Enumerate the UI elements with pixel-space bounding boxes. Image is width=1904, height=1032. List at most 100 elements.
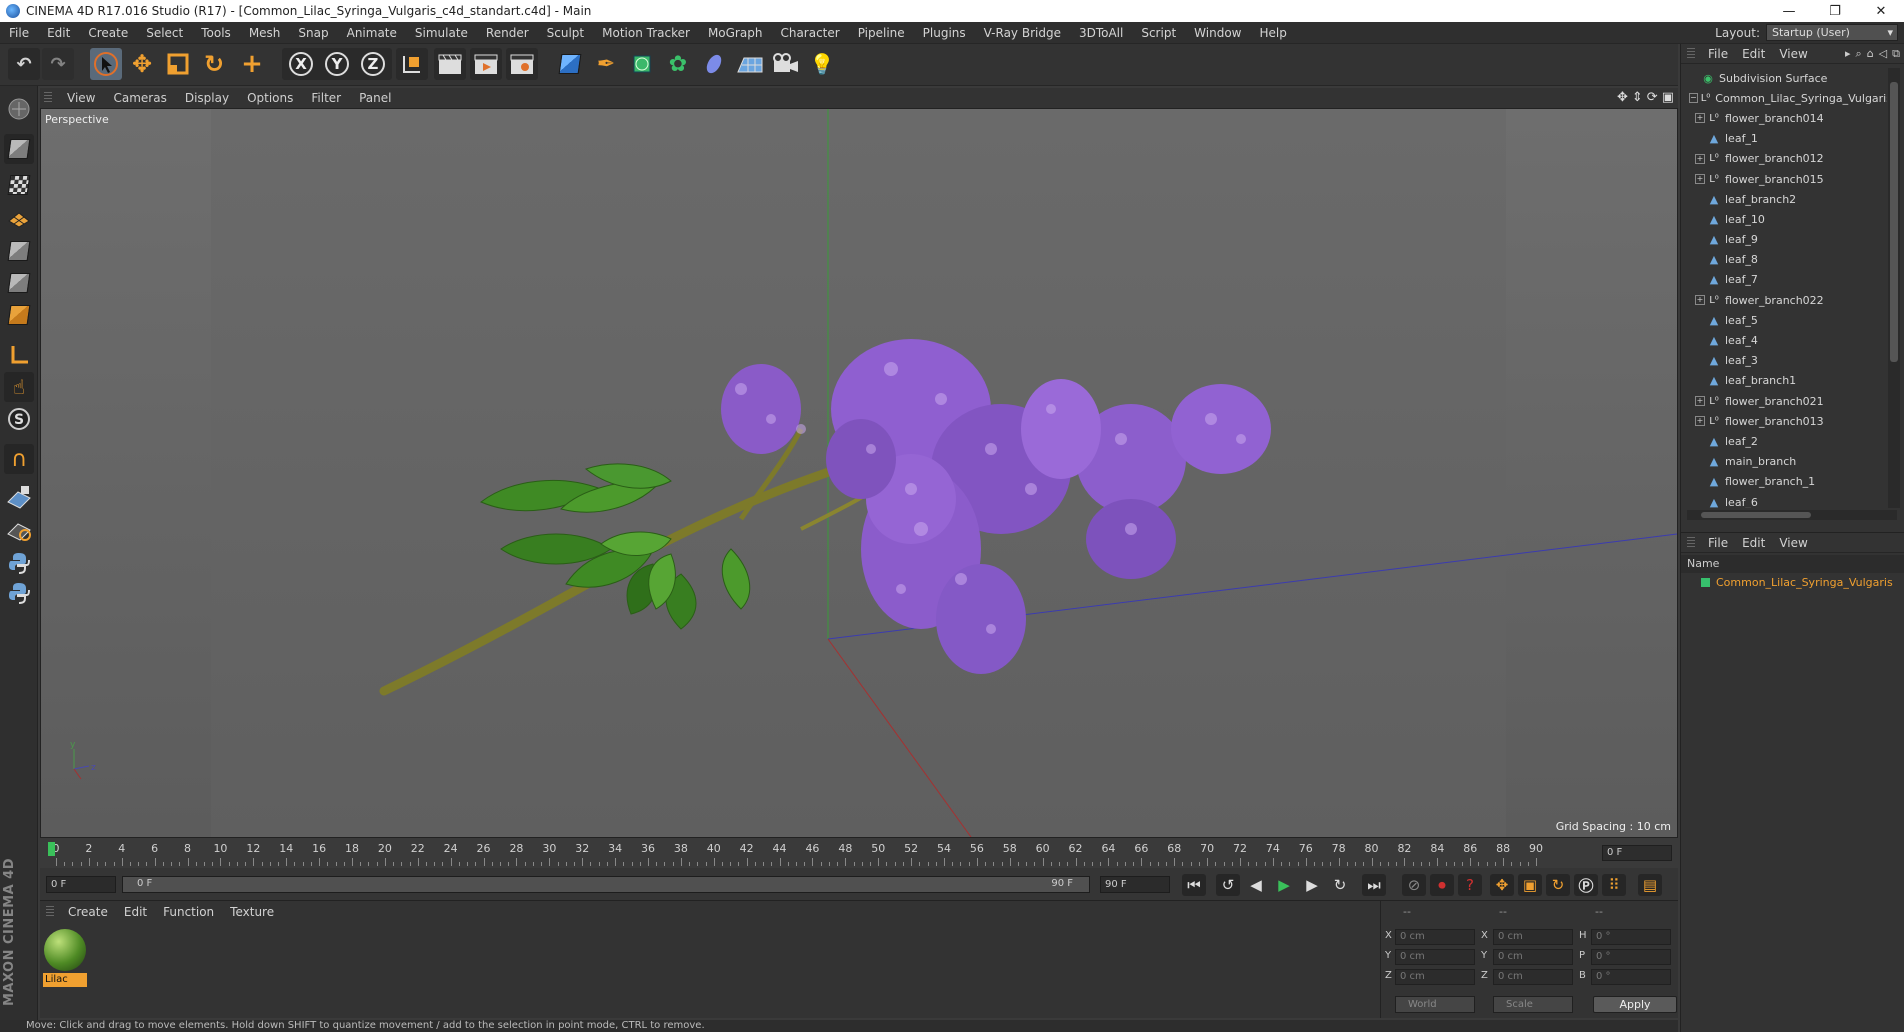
undo-button[interactable]: ↶ bbox=[8, 48, 40, 80]
maximize-view-icon[interactable]: ▣ bbox=[1662, 90, 1674, 105]
object-menu-view[interactable]: View bbox=[1772, 47, 1814, 61]
record-keys-button[interactable]: ⊘ bbox=[1402, 874, 1426, 896]
scroll-thumb[interactable] bbox=[1890, 82, 1898, 362]
menu-window[interactable]: Window bbox=[1185, 26, 1250, 40]
render-settings-button[interactable] bbox=[506, 48, 538, 80]
key-parameter-button[interactable]: Ⓟ bbox=[1574, 874, 1598, 896]
add-floor-button[interactable] bbox=[734, 48, 766, 80]
home-icon[interactable]: ⌂ bbox=[1867, 47, 1874, 61]
key-rotation-button[interactable]: ↻ bbox=[1546, 874, 1570, 896]
previous-frame-button[interactable]: ◀ bbox=[1244, 874, 1268, 896]
layer-row[interactable]: Common_Lilac_Syringa_Vulgaris bbox=[1681, 573, 1904, 591]
pan-view-icon[interactable]: ✥ bbox=[1617, 90, 1628, 105]
play-button[interactable]: ▶ bbox=[1272, 874, 1296, 896]
menu-file[interactable]: File bbox=[0, 26, 38, 40]
object-row[interactable]: ▲ leaf_8 bbox=[1681, 250, 1887, 270]
expand-toggle[interactable]: + bbox=[1695, 396, 1705, 407]
last-tool-button[interactable]: + bbox=[236, 48, 268, 80]
more-arrow-icon[interactable]: ▸ bbox=[1845, 47, 1851, 61]
menu-create[interactable]: Create bbox=[79, 26, 137, 40]
object-row[interactable]: ▲ leaf_branch2 bbox=[1681, 189, 1887, 209]
object-vertical-scrollbar[interactable] bbox=[1888, 68, 1900, 508]
y-axis-lock-button[interactable]: Y bbox=[325, 52, 349, 76]
object-row[interactable]: ▲ main_branch bbox=[1681, 452, 1887, 472]
timeline-playhead[interactable] bbox=[48, 842, 55, 856]
panel-handle[interactable] bbox=[1687, 47, 1695, 60]
viewport-menu-view[interactable]: View bbox=[58, 91, 104, 105]
object-row[interactable]: ▲ leaf_1 bbox=[1681, 129, 1887, 149]
viewport-menu-filter[interactable]: Filter bbox=[302, 91, 350, 105]
object-tree[interactable]: ◉ Subdivision Surface − L⁰ Common_Lilac_Syri… bbox=[1681, 68, 1887, 508]
close-button[interactable]: ✕ bbox=[1858, 0, 1904, 22]
go-to-start-button[interactable]: ⏮ bbox=[1182, 874, 1206, 896]
viewport-menu-cameras[interactable]: Cameras bbox=[104, 91, 175, 105]
object-row[interactable]: ▲ flower_branch_1 bbox=[1681, 472, 1887, 492]
edges-mode-button[interactable] bbox=[4, 268, 34, 298]
panel-handle[interactable] bbox=[1687, 536, 1695, 549]
add-light-button[interactable]: 💡 bbox=[806, 48, 838, 80]
menu-script[interactable]: Script bbox=[1132, 26, 1185, 40]
tweak-mode-button[interactable]: ☝ bbox=[4, 372, 34, 402]
menu-snap[interactable]: Snap bbox=[289, 26, 337, 40]
expand-toggle[interactable]: + bbox=[1695, 153, 1705, 164]
object-row[interactable]: + L⁰ flower_branch013 bbox=[1681, 411, 1887, 431]
object-row[interactable]: ▲ leaf_branch1 bbox=[1681, 371, 1887, 391]
snap-button[interactable]: ∩ bbox=[4, 444, 34, 474]
add-spline-button[interactable]: ✒ bbox=[590, 48, 622, 80]
python-script-1-button[interactable] bbox=[4, 548, 34, 578]
object-row[interactable]: + L⁰ flower_branch021 bbox=[1681, 391, 1887, 411]
menu-vray-bridge[interactable]: V-Ray Bridge bbox=[975, 26, 1070, 40]
minimize-button[interactable]: — bbox=[1766, 0, 1812, 22]
panel-handle[interactable] bbox=[46, 906, 54, 918]
object-row[interactable]: − L⁰ Common_Lilac_Syringa_Vulgaris bbox=[1681, 88, 1887, 108]
key-position-button[interactable]: ✥ bbox=[1490, 874, 1514, 896]
zoom-view-icon[interactable]: ⇕ bbox=[1632, 90, 1643, 105]
points-mode-button[interactable] bbox=[4, 236, 34, 266]
axis-mode-button[interactable] bbox=[4, 340, 34, 370]
object-row[interactable]: + L⁰ flower_branch012 bbox=[1681, 149, 1887, 169]
planar-workplane-button[interactable] bbox=[4, 514, 34, 544]
layout-dropdown[interactable]: Startup (User) bbox=[1766, 24, 1898, 41]
viewport-menu-options[interactable]: Options bbox=[238, 91, 302, 105]
menu-mograph[interactable]: MoGraph bbox=[699, 26, 772, 40]
object-row[interactable]: + L⁰ flower_branch014 bbox=[1681, 108, 1887, 128]
object-row[interactable]: ▲ leaf_4 bbox=[1681, 330, 1887, 350]
rotation-p-field[interactable]: 0 ° bbox=[1591, 949, 1671, 965]
frame-range-slider[interactable]: 0 F 90 F bbox=[122, 876, 1090, 893]
object-row[interactable]: ▲ leaf_5 bbox=[1681, 310, 1887, 330]
start-frame-field[interactable]: 0 F bbox=[46, 876, 116, 893]
workplane-mode-button[interactable] bbox=[4, 202, 34, 232]
viewport-menu-panel[interactable]: Panel bbox=[350, 91, 400, 105]
search-icon[interactable]: ⌕ bbox=[1856, 47, 1862, 61]
menu-select[interactable]: Select bbox=[137, 26, 192, 40]
z-axis-lock-button[interactable]: Z bbox=[361, 52, 385, 76]
menu-sculpt[interactable]: Sculpt bbox=[538, 26, 593, 40]
back-icon[interactable]: ◁ bbox=[1879, 47, 1887, 61]
key-pla-button[interactable]: ⠿ bbox=[1602, 874, 1626, 896]
menu-edit[interactable]: Edit bbox=[38, 26, 79, 40]
viewport-menu-display[interactable]: Display bbox=[176, 91, 238, 105]
menu-render[interactable]: Render bbox=[477, 26, 538, 40]
menu-tools[interactable]: Tools bbox=[192, 26, 240, 40]
object-row[interactable]: + L⁰ flower_branch015 bbox=[1681, 169, 1887, 189]
expand-toggle[interactable]: + bbox=[1695, 113, 1705, 124]
texture-mode-button[interactable] bbox=[4, 170, 34, 200]
end-frame-field[interactable]: 90 F bbox=[1100, 876, 1170, 893]
scale-tool-button[interactable] bbox=[162, 48, 194, 80]
add-subdivision-button[interactable] bbox=[626, 48, 658, 80]
previous-key-button[interactable]: ↺ bbox=[1216, 874, 1240, 896]
apply-button[interactable]: Apply bbox=[1593, 996, 1677, 1013]
keyframe-selection-button[interactable]: ? bbox=[1458, 874, 1482, 896]
size-y-field[interactable]: 0 cm bbox=[1493, 949, 1573, 965]
material-menu-function[interactable]: Function bbox=[155, 905, 222, 919]
material-swatch-lilac[interactable]: Lilac bbox=[43, 929, 87, 987]
live-selection-button[interactable] bbox=[90, 48, 122, 80]
redo-button[interactable]: ↷ bbox=[42, 48, 74, 80]
next-frame-button[interactable]: ▶ bbox=[1300, 874, 1324, 896]
menu-plugins[interactable]: Plugins bbox=[914, 26, 975, 40]
object-row[interactable]: ▲ leaf_9 bbox=[1681, 230, 1887, 250]
object-horizontal-scrollbar[interactable] bbox=[1687, 510, 1897, 520]
object-menu-edit[interactable]: Edit bbox=[1735, 47, 1772, 61]
expand-toggle[interactable]: + bbox=[1695, 416, 1705, 427]
add-cube-button[interactable] bbox=[554, 48, 586, 80]
